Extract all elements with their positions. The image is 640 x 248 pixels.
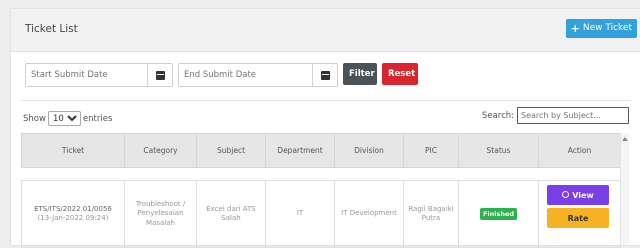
start-date-input[interactable] bbox=[26, 64, 154, 86]
ticket-table: Ticket Category Subject Department Divis… bbox=[21, 133, 621, 248]
view-label: View bbox=[572, 190, 594, 200]
new-ticket-button[interactable]: + New Ticket bbox=[565, 19, 637, 38]
column-header-category[interactable]: Category bbox=[124, 133, 197, 168]
status-cell: Finished bbox=[458, 180, 539, 248]
entries-label: entries bbox=[82, 113, 113, 124]
entries-select[interactable]: 10 bbox=[47, 111, 81, 126]
ticket-list-card: Ticket List + New Ticket Filter Reset Sh… bbox=[10, 8, 640, 248]
reset-button[interactable]: Reset bbox=[382, 63, 418, 85]
category-cell: Troubleshoot / Penyelesaian Masalah bbox=[124, 180, 197, 248]
table-header-row: Ticket Category Subject Department Divis… bbox=[21, 133, 621, 168]
ticket-id: ETS/ITS/2022.01/0056 bbox=[34, 204, 112, 213]
view-button[interactable]: View bbox=[547, 185, 609, 205]
calendar-icon bbox=[155, 70, 165, 80]
scroll-up-icon[interactable] bbox=[622, 137, 628, 141]
column-header-department[interactable]: Department bbox=[265, 133, 335, 168]
table-row: ETS/ITS/2022.01/0056 (13-Jan-2022 09:24)… bbox=[21, 180, 621, 248]
ticket-date: (13-Jan-2022 09:24) bbox=[37, 214, 109, 222]
entries-length-control: Show 10 entries bbox=[23, 111, 112, 126]
show-label: Show bbox=[23, 113, 46, 124]
new-ticket-label: New Ticket bbox=[582, 23, 632, 33]
table-spacer-row bbox=[21, 167, 621, 181]
ticket-cell: ETS/ITS/2022.01/0056 (13-Jan-2022 09:24) bbox=[21, 180, 125, 248]
table-search: Search: bbox=[482, 107, 629, 124]
search-label: Search: bbox=[481, 110, 514, 121]
calendar-icon bbox=[320, 70, 330, 80]
subject-cell: Excel dari ATS Salah bbox=[196, 180, 266, 248]
column-header-ticket[interactable]: Ticket bbox=[21, 133, 125, 168]
column-header-division[interactable]: Division bbox=[334, 133, 404, 168]
card-header: Ticket List + New Ticket bbox=[11, 9, 640, 52]
end-date-input[interactable] bbox=[179, 64, 319, 86]
search-input[interactable] bbox=[517, 107, 629, 124]
start-date-calendar-button[interactable] bbox=[147, 64, 172, 86]
column-header-action[interactable]: Action bbox=[538, 133, 621, 168]
department-cell: IT bbox=[265, 180, 335, 248]
column-header-subject[interactable]: Subject bbox=[196, 133, 266, 168]
pic-cell: Ragil Bagaiki Putra bbox=[403, 180, 459, 248]
end-date-picker bbox=[178, 63, 338, 87]
action-cell: View Rate bbox=[538, 180, 621, 248]
plus-icon: + bbox=[570, 22, 580, 35]
filter-button[interactable]: Filter bbox=[343, 63, 377, 85]
column-header-status[interactable]: Status bbox=[458, 133, 539, 168]
rate-button[interactable]: Rate bbox=[547, 208, 609, 228]
spacer-cell bbox=[21, 167, 621, 181]
column-header-pic[interactable]: PIC bbox=[403, 133, 459, 168]
page-title: Ticket List bbox=[25, 23, 78, 35]
divider bbox=[21, 100, 631, 101]
end-date-calendar-button[interactable] bbox=[312, 64, 337, 86]
start-date-picker bbox=[25, 63, 173, 87]
division-cell: IT Development bbox=[334, 180, 404, 248]
search-icon bbox=[562, 190, 570, 198]
status-badge: Finished bbox=[479, 207, 518, 221]
table-scrollbar[interactable] bbox=[620, 133, 629, 245]
